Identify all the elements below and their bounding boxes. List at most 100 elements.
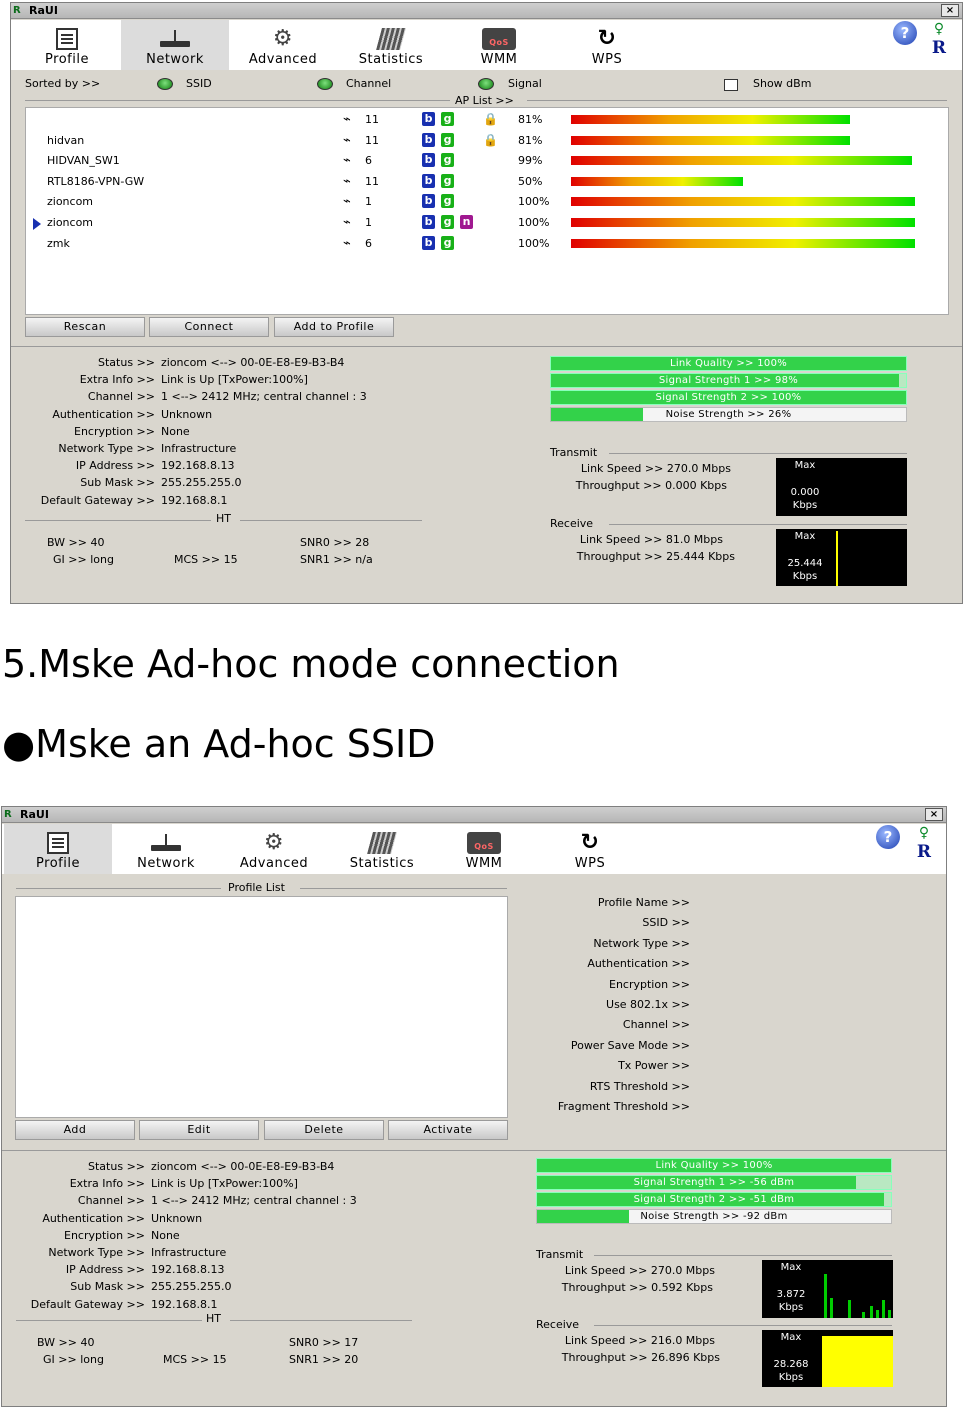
sort-channel-radio[interactable] bbox=[317, 78, 333, 90]
status-value: 255.255.255.0 bbox=[151, 1280, 232, 1294]
mcs-value: MCS >> 15 bbox=[174, 553, 238, 566]
help-icon[interactable]: ? bbox=[893, 21, 917, 45]
tx-graph-bar bbox=[882, 1300, 885, 1318]
ap-list-label: AP List >> bbox=[455, 94, 514, 107]
status-value: Infrastructure bbox=[161, 442, 237, 455]
antenna-icon: ⌁ bbox=[343, 112, 351, 127]
profile-list[interactable] bbox=[15, 896, 508, 1118]
lock-icon: 🔒 bbox=[483, 112, 498, 126]
sub-heading: ●Mske an Ad-hoc SSID bbox=[2, 722, 436, 766]
activate-button[interactable]: Activate bbox=[388, 1120, 508, 1140]
profile-list-label: Profile List bbox=[228, 881, 285, 894]
ap-ssid[interactable]: hidvan bbox=[47, 134, 84, 147]
profile-field-label: Channel >> bbox=[622, 1018, 690, 1032]
tab-network[interactable]: Network bbox=[112, 824, 220, 874]
network-icon bbox=[160, 28, 190, 50]
profile-field-label: Fragment Threshold >> bbox=[557, 1100, 690, 1113]
close-button[interactable]: × bbox=[925, 808, 943, 821]
tab-label: WMM bbox=[465, 856, 503, 871]
tx-graph-max: Max bbox=[794, 460, 816, 471]
status-label: Network Type >> bbox=[58, 442, 155, 455]
status-value: 1 <--> 2412 MHz; central channel : 3 bbox=[151, 1194, 357, 1208]
status-label: Encryption >> bbox=[74, 424, 155, 438]
ht-divider-left bbox=[16, 1320, 202, 1321]
tab-label: WPS bbox=[574, 856, 606, 871]
close-button[interactable]: × bbox=[941, 4, 959, 17]
tab-advanced[interactable]: ⚙ Advanced bbox=[220, 824, 328, 874]
ralink-logo-icon: R bbox=[4, 809, 12, 820]
tab-label: Statistics bbox=[358, 52, 424, 67]
add-to-profile-button[interactable]: Add to Profile bbox=[274, 317, 394, 337]
connect-button[interactable]: Connect bbox=[149, 317, 269, 337]
transmit-label: Transmit bbox=[536, 1248, 584, 1261]
window-title: RaUI bbox=[20, 808, 49, 821]
tab-network[interactable]: Network bbox=[121, 20, 229, 70]
rx-throughput: Throughput >> 26.896 Kbps bbox=[561, 1351, 720, 1364]
sort-signal-label: Signal bbox=[508, 77, 542, 90]
snr0-value: SNR0 >> 17 bbox=[289, 1336, 359, 1349]
ap-ssid[interactable]: RTL8186-VPN-GW bbox=[47, 175, 144, 188]
status-label: Encryption >> bbox=[64, 1228, 145, 1242]
rescan-button[interactable]: Rescan bbox=[25, 317, 145, 337]
status-value: Unknown bbox=[161, 407, 213, 421]
signal-strength-bar bbox=[571, 197, 915, 207]
tab-wps[interactable]: ↻ WPS bbox=[536, 824, 644, 874]
sort-signal-radio[interactable] bbox=[478, 78, 494, 90]
tab-wmm[interactable]: QoS WMM bbox=[445, 20, 553, 70]
tab-statistics[interactable]: Statistics bbox=[328, 824, 436, 874]
rx-graph-unit: Kbps bbox=[778, 1372, 804, 1383]
tx-graph-bar bbox=[870, 1306, 873, 1318]
show-dbm-checkbox[interactable] bbox=[724, 79, 738, 91]
bar-label: Link Quality >> 100% bbox=[655, 1160, 773, 1171]
status-value: zioncom <--> 00-0E-E8-E9-B3-B4 bbox=[151, 1160, 335, 1173]
ralink-logo-icon: R bbox=[13, 5, 21, 16]
rx-link-speed: Link Speed >> 216.0 Mbps bbox=[564, 1334, 715, 1347]
tab-advanced[interactable]: ⚙ Advanced bbox=[229, 20, 337, 70]
tab-profile[interactable]: Profile bbox=[13, 20, 121, 70]
status-value: 1 <--> 2412 MHz; central channel : 3 bbox=[161, 390, 367, 404]
ap-ssid[interactable]: zmk bbox=[47, 237, 70, 250]
antenna-icon: ⌁ bbox=[343, 173, 351, 189]
ap-ssid[interactable]: zioncom bbox=[47, 216, 93, 229]
profile-field-label: Encryption >> bbox=[609, 977, 690, 991]
bar-label: Signal Strength 2 >> 100% bbox=[655, 392, 802, 403]
sort-channel-label: Channel bbox=[346, 77, 392, 90]
profile-field-label: Profile Name >> bbox=[597, 896, 690, 909]
status-label: Sub Mask >> bbox=[80, 476, 155, 490]
status-value: None bbox=[151, 1228, 180, 1242]
sort-ssid-label: SSID bbox=[186, 77, 212, 90]
profile-icon bbox=[47, 832, 69, 854]
wps-icon: ↻ bbox=[597, 26, 617, 51]
ht-label: HT bbox=[206, 1312, 221, 1325]
tab-label: WMM bbox=[480, 52, 518, 67]
add-button[interactable]: Add bbox=[15, 1120, 135, 1140]
section-divider bbox=[11, 346, 962, 347]
title-bar: R RaUI × bbox=[11, 3, 962, 19]
status-value: zioncom <--> 00-0E-E8-E9-B3-B4 bbox=[161, 356, 345, 369]
tab-wmm[interactable]: QoS WMM bbox=[430, 824, 538, 874]
delete-button[interactable]: Delete bbox=[264, 1120, 384, 1140]
tab-wps[interactable]: ↻ WPS bbox=[553, 20, 661, 70]
help-icon[interactable]: ? bbox=[876, 825, 900, 849]
sort-ssid-radio[interactable] bbox=[157, 78, 173, 90]
ap-list-divider-right bbox=[527, 100, 947, 101]
profile-field-label: Network Type >> bbox=[593, 936, 690, 950]
link-quality-bar: Link Quality >> 100% bbox=[550, 356, 907, 371]
tab-label: Profile bbox=[36, 856, 80, 871]
tx-graph-max: Max bbox=[780, 1262, 802, 1273]
noise-strength-bar: Noise Strength >> 26% bbox=[550, 407, 907, 422]
status-value: 192.168.8.1 bbox=[161, 493, 228, 507]
ap-ssid[interactable]: HIDVAN_SW1 bbox=[47, 154, 120, 167]
edit-button[interactable]: Edit bbox=[139, 1120, 259, 1140]
mode-b-icon: b bbox=[422, 173, 435, 188]
ap-list[interactable]: ⌁ 11 b g 🔒 81% hidvan ⌁ 11 b g 🔒 81% HIDVAN_SW1 ⌁ 6 b g 99… bbox=[25, 107, 949, 315]
section-heading: 5.Mske Ad-hoc mode connection bbox=[2, 642, 620, 686]
raui-window-network: R RaUI × Profile Network ⚙ Advanced Stati… bbox=[10, 2, 963, 604]
signal-strength-bar bbox=[571, 135, 850, 145]
bw-value: BW >> 40 bbox=[37, 1336, 95, 1349]
tab-statistics[interactable]: Statistics bbox=[337, 20, 445, 70]
ap-channel: 6 bbox=[365, 236, 372, 250]
ap-ssid[interactable]: zioncom bbox=[47, 195, 93, 208]
tab-profile[interactable]: Profile bbox=[4, 824, 112, 874]
ap-signal: 100% bbox=[518, 216, 550, 229]
